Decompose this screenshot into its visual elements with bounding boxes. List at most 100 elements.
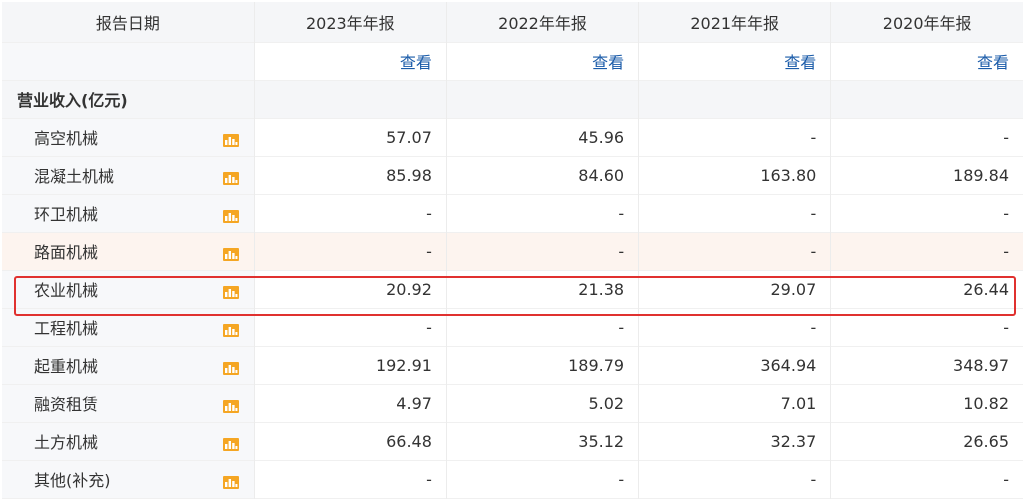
row-label: 高空机械 — [34, 129, 99, 148]
header-year-2023: 2023年年报 — [254, 2, 447, 42]
value-cell: 20.92 — [254, 270, 447, 308]
row-label-cell: 其他(补充) — [2, 460, 255, 498]
empty-cell — [254, 80, 447, 118]
table-row: 起重机械 192.91 189.79 364.94 348.97 — [2, 346, 1023, 384]
revenue-table-panel: 报告日期 2023年年报 2022年年报 2021年年报 2020年年报 查看 … — [0, 0, 1026, 499]
value-cell: - — [446, 460, 640, 498]
value-cell: 35.12 — [446, 422, 640, 460]
revenue-table: 报告日期 2023年年报 2022年年报 2021年年报 2020年年报 查看 … — [2, 2, 1023, 499]
bar-chart-icon[interactable] — [222, 208, 239, 223]
value-cell: - — [830, 308, 1023, 346]
row-label: 混凝土机械 — [34, 167, 115, 186]
header-year-2022: 2022年年报 — [446, 2, 640, 42]
value-cell: 4.97 — [254, 384, 447, 422]
value-cell: 57.07 — [254, 118, 447, 156]
view-cell: 查看 — [446, 42, 640, 80]
view-report-link-2023[interactable]: 查看 — [400, 53, 432, 72]
bar-chart-icon[interactable] — [222, 284, 239, 299]
value-cell: - — [638, 118, 832, 156]
empty-cell — [2, 42, 255, 80]
value-cell: - — [638, 194, 832, 232]
bar-chart-icon[interactable] — [222, 322, 239, 337]
row-label-cell: 路面机械 — [2, 232, 255, 270]
bar-chart-icon[interactable] — [222, 436, 239, 451]
table-row: 混凝土机械 85.98 84.60 163.80 189.84 — [2, 156, 1023, 194]
header-year-2021: 2021年年报 — [638, 2, 832, 42]
bar-chart-icon[interactable] — [222, 398, 239, 413]
bar-chart-icon[interactable] — [222, 132, 239, 147]
value-cell: 84.60 — [446, 156, 640, 194]
value-cell: 10.82 — [830, 384, 1023, 422]
row-label-cell: 融资租赁 — [2, 384, 255, 422]
value-cell: 189.79 — [446, 346, 640, 384]
row-label-cell: 高空机械 — [2, 118, 255, 156]
value-cell: - — [830, 460, 1023, 498]
row-label-cell: 农业机械 — [2, 270, 255, 308]
bar-chart-icon[interactable] — [222, 170, 239, 185]
bar-chart-icon[interactable] — [222, 246, 239, 261]
row-label: 工程机械 — [34, 319, 99, 338]
row-label-cell: 环卫机械 — [2, 194, 255, 232]
table-row: 融资租赁 4.97 5.02 7.01 10.82 — [2, 384, 1023, 422]
row-label: 农业机械 — [34, 281, 99, 300]
bar-chart-icon[interactable] — [222, 360, 239, 375]
empty-cell — [830, 80, 1023, 118]
row-label-cell: 起重机械 — [2, 346, 255, 384]
table-row: 环卫机械 - - - - — [2, 194, 1023, 232]
table-row: 土方机械 66.48 35.12 32.37 26.65 — [2, 422, 1023, 460]
row-label: 环卫机械 — [34, 205, 99, 224]
bar-chart-icon[interactable] — [222, 474, 239, 489]
value-cell: 189.84 — [830, 156, 1023, 194]
table-row: 其他(补充) - - - - — [2, 460, 1023, 498]
value-cell: - — [830, 194, 1023, 232]
value-cell: - — [638, 460, 832, 498]
value-cell: 26.65 — [830, 422, 1023, 460]
value-cell: 45.96 — [446, 118, 640, 156]
value-cell: 26.44 — [830, 270, 1023, 308]
view-cell: 查看 — [638, 42, 832, 80]
row-label-cell: 混凝土机械 — [2, 156, 255, 194]
value-cell: - — [254, 232, 447, 270]
view-links-row: 查看 查看 查看 查看 — [2, 42, 1023, 80]
table-row: 工程机械 - - - - — [2, 308, 1023, 346]
view-report-link-2022[interactable]: 查看 — [592, 53, 624, 72]
table-row: 路面机械 - - - - — [2, 232, 1023, 270]
section-title: 营业收入(亿元) — [2, 80, 255, 118]
row-label: 土方机械 — [34, 433, 99, 452]
row-label: 其他(补充) — [34, 471, 111, 490]
value-cell: - — [830, 118, 1023, 156]
value-cell: 29.07 — [638, 270, 832, 308]
value-cell: 5.02 — [446, 384, 640, 422]
value-cell: - — [254, 308, 447, 346]
header-row: 报告日期 2023年年报 2022年年报 2021年年报 2020年年报 — [2, 2, 1023, 42]
row-label-cell: 土方机械 — [2, 422, 255, 460]
table-row: 农业机械 20.92 21.38 29.07 26.44 — [2, 270, 1023, 308]
row-label-cell: 工程机械 — [2, 308, 255, 346]
empty-cell — [446, 80, 640, 118]
value-cell: 32.37 — [638, 422, 832, 460]
value-cell: - — [446, 194, 640, 232]
value-cell: 163.80 — [638, 156, 832, 194]
table-row: 高空机械 57.07 45.96- - — [2, 118, 1023, 156]
value-cell: - — [254, 194, 447, 232]
section-row: 营业收入(亿元) — [2, 80, 1023, 118]
value-cell: 21.38 — [446, 270, 640, 308]
value-cell: - — [830, 232, 1023, 270]
value-cell: 192.91 — [254, 346, 447, 384]
value-cell: - — [638, 232, 832, 270]
value-cell: - — [446, 232, 640, 270]
row-label: 融资租赁 — [34, 395, 99, 414]
view-report-link-2021[interactable]: 查看 — [784, 53, 816, 72]
value-cell: - — [446, 308, 640, 346]
value-cell: 7.01 — [638, 384, 832, 422]
view-cell: 查看 — [254, 42, 447, 80]
view-report-link-2020[interactable]: 查看 — [977, 53, 1009, 72]
value-cell: 348.97 — [830, 346, 1023, 384]
header-report-date: 报告日期 — [2, 2, 255, 42]
empty-cell — [638, 80, 832, 118]
header-year-2020: 2020年年报 — [882, 13, 972, 33]
value-cell: - — [638, 308, 832, 346]
value-cell: 66.48 — [254, 422, 447, 460]
value-cell: 364.94 — [638, 346, 832, 384]
view-cell: 查看 — [830, 42, 1023, 80]
